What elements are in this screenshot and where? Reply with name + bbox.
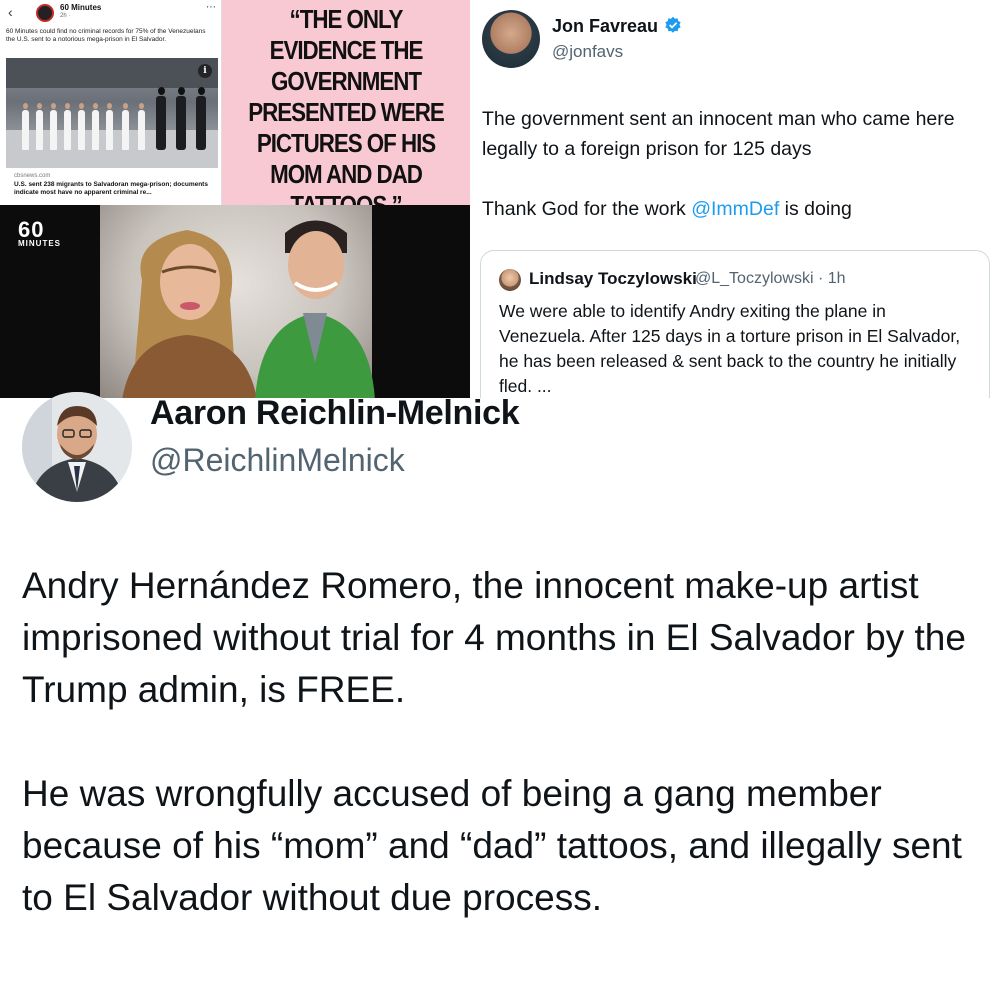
quoted-tweet[interactable]: Lindsay Toczylowski @L_Toczylowski · 1h … (480, 250, 990, 420)
tweet-text: Andry Hernández Romero, the innocent mak… (22, 560, 992, 924)
post-text: 60 Minutes could find no criminal record… (6, 28, 206, 43)
tweet-text-segment: Thank God for the work (482, 198, 692, 220)
author-name[interactable]: Aaron Reichlin-Melnick (150, 394, 520, 433)
author-handle[interactable]: @jonfavs (552, 42, 623, 62)
quote-text: “THE ONLY EVIDENCE THE GOVERNMENT PRESEN… (248, 4, 445, 220)
logo-word: MINUTES (18, 239, 61, 248)
prisoner-figure (22, 103, 29, 150)
link-headline[interactable]: U.S. sent 238 migrants to Salvadoran meg… (14, 181, 218, 197)
quote-graphic: “THE ONLY EVIDENCE THE GOVERNMENT PRESEN… (222, 0, 470, 220)
back-arrow-icon: ‹ (8, 4, 13, 20)
prisoner-figure (122, 103, 129, 150)
logo-number: 60 (18, 217, 45, 242)
facebook-post-screenshot: ‹ 60 Minutes 2h · ⋯ 60 Minutes could fin… (0, 0, 222, 205)
prisoner-figure (36, 103, 43, 150)
prisoner-figure (78, 103, 85, 150)
tweet-text: The government sent an innocent man who … (482, 104, 992, 224)
guard-figure (176, 87, 186, 150)
prisoner-figure (64, 103, 71, 150)
prisoner-figure (92, 103, 99, 150)
prisoner-figure (106, 103, 113, 150)
facebook-post-header: ‹ 60 Minutes 2h · ⋯ (6, 2, 218, 26)
sixty-minutes-logo: 60 MINUTES (18, 217, 61, 249)
man-figure (255, 220, 375, 400)
prison-photo: i (6, 58, 218, 168)
prisoner-figure (50, 103, 57, 150)
page-name: 60 Minutes (60, 3, 102, 12)
post-time: 2h · (60, 13, 71, 19)
page-avatar (36, 4, 54, 22)
avatar-portrait (22, 392, 132, 502)
tweet-text-segment: is doing (779, 198, 852, 220)
author-handle-time[interactable]: @L_Toczylowski · 1h (695, 270, 846, 288)
verified-badge-icon (665, 16, 681, 33)
link-source: cbsnews.com (14, 173, 51, 179)
tweet-paragraph: The government sent an innocent man who … (482, 108, 955, 160)
main-tweet: Aaron Reichlin-Melnick @ReichlinMelnick … (0, 392, 1000, 1000)
prisoner-figure (138, 103, 145, 150)
info-icon[interactable]: i (198, 64, 212, 78)
author-handle[interactable]: @ReichlinMelnick (150, 442, 405, 479)
more-dots-icon: ⋯ (206, 2, 216, 13)
guard-figure (196, 87, 206, 150)
jon-favreau-tweet: Jon Favreau @jonfavs The government sent… (470, 0, 1000, 420)
tweet-paragraph: Thank God for the work @ImmDef is doing (482, 194, 992, 224)
mention-link[interactable]: @ImmDef (691, 198, 779, 220)
tv-still-image: 60 MINUTES (0, 205, 470, 400)
prison-wall (6, 58, 218, 88)
avatar[interactable] (499, 269, 521, 291)
avatar[interactable] (482, 10, 540, 68)
author-name[interactable]: Jon Favreau (552, 16, 682, 37)
news-collage-image: ‹ 60 Minutes 2h · ⋯ 60 Minutes could fin… (0, 0, 470, 400)
tweet-paragraph: Andry Hernández Romero, the innocent mak… (22, 565, 966, 710)
tweet-paragraph: He was wrongfully accused of being a gan… (22, 773, 962, 918)
author-name-text[interactable]: Jon Favreau (552, 16, 658, 36)
author-name[interactable]: Lindsay Toczylowski (529, 269, 697, 289)
guard-figure (156, 87, 166, 150)
woman-figure (122, 230, 257, 400)
quoted-tweet-text: We were able to identify Andry exiting t… (499, 301, 961, 396)
avatar[interactable] (22, 392, 132, 502)
